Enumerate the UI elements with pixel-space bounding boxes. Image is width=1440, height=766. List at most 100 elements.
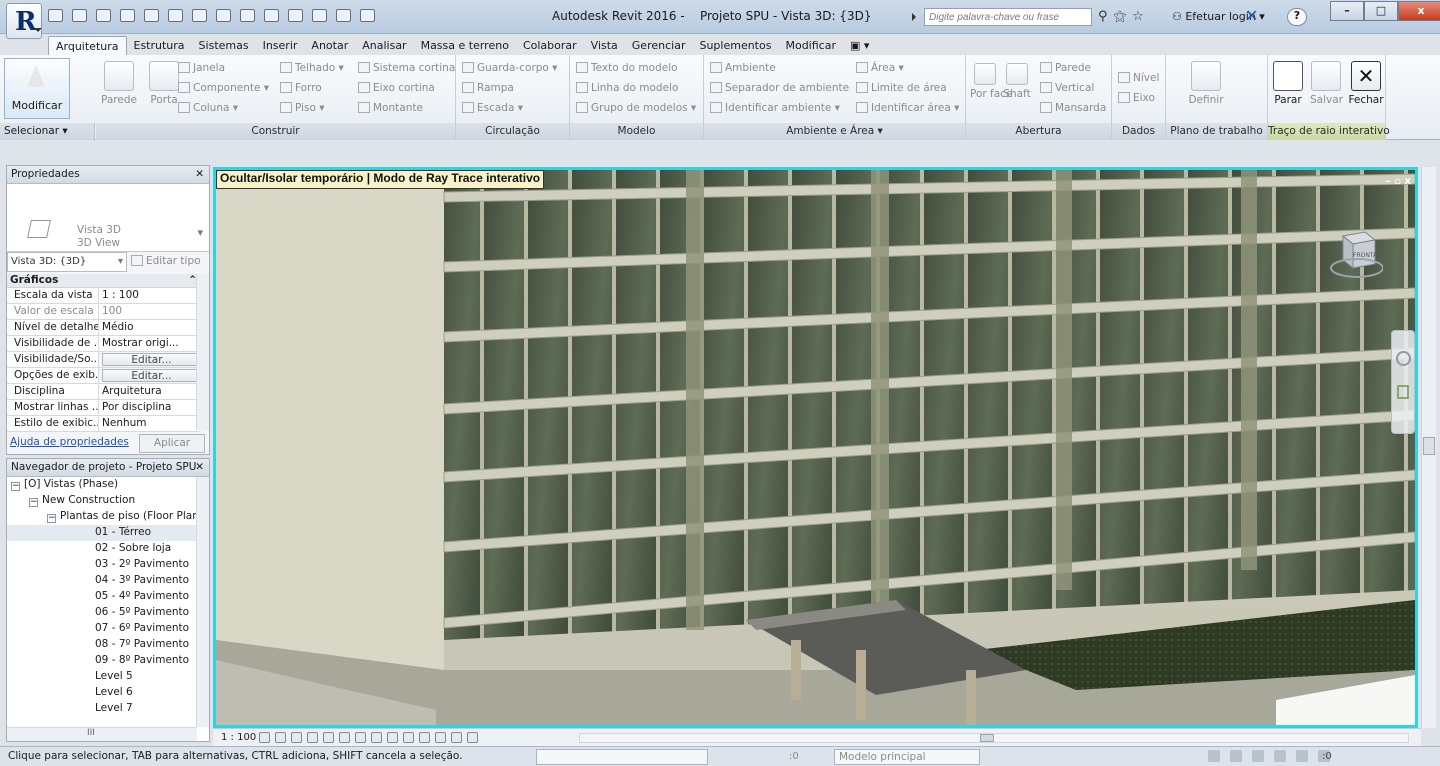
- tree-item-view[interactable]: 09 - 8º Pavimento: [7, 653, 197, 669]
- application-menu-button[interactable]: R: [6, 3, 42, 39]
- temp-view-props-icon[interactable]: [419, 732, 430, 743]
- property-row[interactable]: Mostrar linhas ... Por disciplina: [7, 400, 201, 416]
- railing-tool[interactable]: Guarda-corpo ▾: [462, 62, 557, 75]
- dimension-icon[interactable]: [192, 9, 207, 22]
- hscroll-thumb[interactable]: [980, 734, 994, 742]
- save-icon[interactable]: [72, 9, 87, 22]
- edit-type-button[interactable]: Editar tipo: [131, 255, 201, 267]
- ramp-tool[interactable]: Rampa: [462, 82, 514, 95]
- area-boundary-tool[interactable]: Limite de área: [856, 82, 947, 95]
- sync-icon[interactable]: [96, 9, 111, 22]
- zoom-icon[interactable]: [1397, 385, 1409, 399]
- property-row[interactable]: Disciplina Arquitetura: [7, 384, 201, 400]
- exchange-apps-icon[interactable]: ✕: [1245, 6, 1258, 25]
- tag-area-tool[interactable]: Identificar área ▾: [856, 102, 959, 115]
- tab-11[interactable]: Modificar: [778, 36, 843, 56]
- analysis-icon[interactable]: [435, 732, 446, 743]
- vertical-opening-tool[interactable]: Vertical: [1040, 82, 1094, 95]
- curtain-grid-tool[interactable]: Eixo cortina: [358, 82, 435, 95]
- close-browser-icon[interactable]: ✕: [195, 459, 204, 476]
- text-icon[interactable]: [240, 9, 255, 22]
- viewport-hscrollbar[interactable]: [579, 733, 1409, 743]
- reveal-hidden-icon[interactable]: [403, 732, 414, 743]
- select-panel-label[interactable]: Selecionar ▾: [0, 123, 95, 140]
- wall-opening-tool[interactable]: Parede: [1040, 62, 1091, 75]
- tree-item-view[interactable]: 07 - 6º Pavimento: [7, 621, 197, 637]
- close-raytrace-button[interactable]: ✕ Fechar: [1348, 61, 1384, 106]
- dormer-tool[interactable]: Mansarda: [1040, 102, 1106, 115]
- tab-9[interactable]: Gerenciar: [625, 36, 693, 56]
- select-pinned-icon[interactable]: [1252, 750, 1264, 762]
- redo-icon[interactable]: [144, 9, 159, 22]
- tag-icon[interactable]: [216, 9, 231, 22]
- stop-raytrace-button[interactable]: Parar: [1272, 61, 1304, 106]
- door-button[interactable]: Porta: [146, 61, 182, 106]
- tab-4[interactable]: Anotar: [304, 36, 355, 56]
- steering-wheel-icon[interactable]: [1396, 351, 1411, 366]
- crop-view-icon[interactable]: [339, 732, 350, 743]
- show-constraints-icon[interactable]: [467, 732, 478, 743]
- group-graficos[interactable]: Gráficos ⌃: [7, 274, 201, 288]
- help-button[interactable]: ?: [1287, 8, 1307, 26]
- tree-item-view[interactable]: 03 - 2º Pavimento: [7, 557, 197, 573]
- property-row[interactable]: Visibilidade de ... Mostrar origi...: [7, 336, 201, 352]
- close-properties-icon[interactable]: ✕: [195, 166, 204, 183]
- viewport-vscrollbar[interactable]: [1421, 167, 1436, 728]
- model-text-tool[interactable]: Texto do modelo: [576, 62, 678, 75]
- floor-tool[interactable]: Piso ▾: [280, 102, 325, 115]
- binoculars-icon[interactable]: ⚲: [1098, 9, 1108, 24]
- view-window-buttons[interactable]: – ▫ x: [1386, 176, 1411, 187]
- hide-isolate-icon[interactable]: [387, 732, 398, 743]
- tree-item-view[interactable]: Level 5: [7, 669, 197, 685]
- save-raytrace-button[interactable]: Salvar: [1310, 61, 1343, 106]
- measure-icon[interactable]: [168, 9, 183, 22]
- room-separator-tool[interactable]: Separador de ambiente: [710, 82, 849, 95]
- tab-2[interactable]: Sistemas: [192, 36, 256, 56]
- tab-7[interactable]: Colaborar: [516, 36, 584, 56]
- property-row[interactable]: Estilo de exibic... Nenhum: [7, 416, 201, 432]
- component-tool[interactable]: Componente ▾: [178, 82, 269, 95]
- tree-item-view[interactable]: 08 - 7º Pavimento: [7, 637, 197, 653]
- by-face-button[interactable]: Por face: [970, 63, 1012, 100]
- property-row[interactable]: Nível de detalhe Médio: [7, 320, 201, 336]
- drag-elements-icon[interactable]: [1296, 750, 1308, 762]
- navigation-bar[interactable]: [1391, 330, 1415, 434]
- tab-10[interactable]: Suplementos: [692, 36, 778, 56]
- wall-button[interactable]: Parede: [98, 61, 140, 106]
- tree-item-view[interactable]: Level 6: [7, 685, 197, 701]
- thin-lines-icon[interactable]: [312, 9, 327, 22]
- highlight-displacement-icon[interactable]: [451, 732, 462, 743]
- select-by-face-icon[interactable]: [1274, 750, 1286, 762]
- undo-icon[interactable]: [120, 9, 135, 22]
- properties-help-link[interactable]: Ajuda de propriedades: [10, 436, 129, 448]
- level-tool[interactable]: Nível: [1118, 72, 1159, 85]
- column-tool[interactable]: Coluna ▾: [178, 102, 238, 115]
- switch-windows-icon[interactable]: [360, 9, 375, 22]
- tree-node-phase[interactable]: − New Construction: [7, 493, 197, 509]
- property-row[interactable]: Visibilidade/So... Editar...: [7, 352, 201, 368]
- sun-path-icon[interactable]: [291, 732, 302, 743]
- search-input[interactable]: [924, 8, 1092, 26]
- tab-5[interactable]: Analisar: [355, 36, 413, 56]
- shaft-button[interactable]: Shaft: [1002, 63, 1032, 100]
- instance-dropdown[interactable]: Vista 3D: {3D} ▾: [7, 252, 127, 272]
- edit-property-button[interactable]: Editar...: [102, 353, 198, 366]
- browser-scrollbar[interactable]: [196, 477, 209, 727]
- tab-6[interactable]: Massa e terreno: [414, 36, 516, 56]
- property-row[interactable]: Valor de escala ... 100: [7, 304, 201, 320]
- favorites-star-icon[interactable]: ☆: [1132, 9, 1144, 24]
- modify-button[interactable]: Modificar: [4, 58, 70, 119]
- detail-level-icon[interactable]: [259, 732, 270, 743]
- apply-button[interactable]: Aplicar: [139, 434, 205, 453]
- set-workplane-button[interactable]: Definir: [1186, 61, 1226, 106]
- tree-item-view[interactable]: 01 - Térreo: [7, 525, 197, 541]
- select-links-icon[interactable]: [1208, 750, 1220, 762]
- tree-node-floorplans[interactable]: − Plantas de piso (Floor Plan: [7, 509, 197, 525]
- tree-item-view[interactable]: 02 - Sobre loja: [7, 541, 197, 557]
- visual-style-icon[interactable]: [275, 732, 286, 743]
- workset-field[interactable]: [536, 749, 708, 765]
- tab-8[interactable]: Vista: [584, 36, 625, 56]
- window-tool[interactable]: Janela: [178, 62, 225, 75]
- property-row[interactable]: Opções de exib... Editar...: [7, 368, 201, 384]
- lock-view-icon[interactable]: [371, 732, 382, 743]
